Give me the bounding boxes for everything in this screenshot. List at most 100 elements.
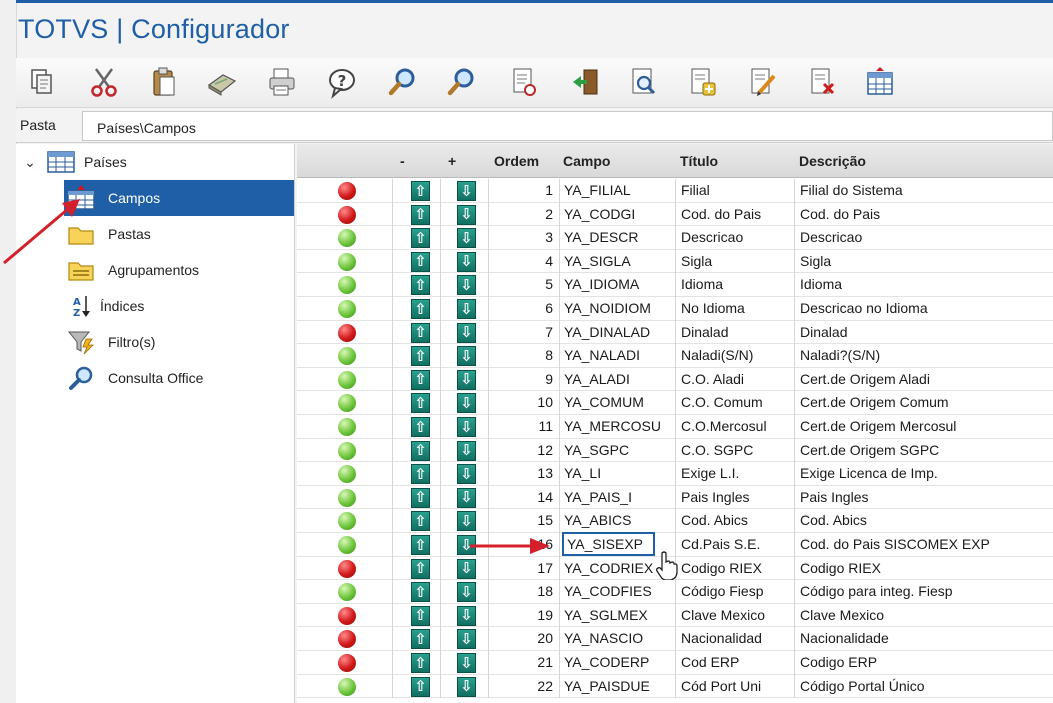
column-header-campo[interactable]: Campo [563, 153, 610, 169]
table-row[interactable]: ⇧ ⇩ 14 YA_PAIS_I Pais Ingles Pais Ingles [297, 485, 1053, 510]
titulo-cell[interactable]: Nacionalidad [681, 630, 762, 646]
table-row[interactable]: ⇧ ⇩ 4 YA_SIGLA Sigla Sigla [297, 249, 1053, 274]
move-down-icon[interactable]: ⇩ [457, 322, 476, 343]
copy-button[interactable] [24, 64, 60, 100]
move-down-icon[interactable]: ⇩ [457, 417, 476, 437]
campo-cell[interactable]: YA_SIGLA [564, 253, 631, 269]
descricao-cell[interactable]: Cert.de Origem Comum [800, 394, 949, 410]
move-down-icon[interactable]: ⇩ [457, 181, 476, 201]
move-down-icon[interactable]: ⇩ [457, 393, 476, 414]
table-row[interactable]: ⇧ ⇩ 8 YA_NALADI Naladi(S/N) Naladi?(S/N) [297, 344, 1053, 368]
eraser-button[interactable] [204, 64, 240, 100]
titulo-cell[interactable]: Dinalad [681, 324, 728, 340]
move-up-icon[interactable]: ⇧ [411, 322, 430, 343]
table-row[interactable]: ⇧ ⇩ 17 YA_CODRIEX Codigo RIEX Codigo RIEX [297, 556, 1053, 581]
preview-button[interactable] [626, 64, 662, 100]
titulo-cell[interactable]: Pais Ingles [681, 489, 749, 505]
move-up-icon[interactable]: ⇧ [411, 440, 430, 461]
titulo-cell[interactable]: Clave Mexico [681, 607, 765, 623]
campo-cell[interactable]: YA_ALADI [564, 371, 630, 387]
descricao-cell[interactable]: Cert.de Origem Aladi [800, 371, 930, 387]
titulo-cell[interactable]: Codigo RIEX [681, 560, 762, 576]
descricao-cell[interactable]: Naladi?(S/N) [800, 347, 880, 363]
descricao-cell[interactable]: Idioma [800, 276, 842, 292]
titulo-cell[interactable]: Cod. Abics [681, 512, 748, 528]
campo-cell[interactable]: YA_LI [564, 465, 601, 481]
campo-cell[interactable]: YA_SGLMEX [564, 607, 648, 623]
move-down-icon[interactable]: ⇩ [457, 346, 476, 367]
table-row[interactable]: ⇧ ⇩ 22 YA_PAISDUE Cód Port Uni Código Portal … [297, 674, 1053, 699]
campo-cell[interactable]: YA_CODFIES [564, 583, 652, 599]
move-down-icon[interactable]: ⇩ [457, 511, 476, 532]
titulo-cell[interactable]: Descricao [681, 229, 743, 245]
tree-item-pastas[interactable]: Pastas [64, 216, 294, 252]
tree-item-filtros[interactable]: Filtro(s) [64, 324, 294, 360]
move-down-icon[interactable]: ⇩ [457, 369, 476, 390]
titulo-cell[interactable]: C.O. Aladi [681, 371, 744, 387]
descricao-cell[interactable]: Exige Licenca de Imp. [800, 465, 938, 481]
search-button[interactable] [385, 64, 421, 100]
table-button[interactable] [862, 64, 898, 100]
chevron-down-icon[interactable]: ⌄ [16, 154, 44, 171]
campo-cell[interactable]: YA_PAIS_I [564, 489, 632, 505]
move-down-icon[interactable]: ⇩ [457, 440, 476, 461]
help-button[interactable]: ? [324, 64, 360, 100]
move-up-icon[interactable]: ⇧ [411, 204, 430, 225]
titulo-cell[interactable]: C.O.Mercosul [681, 418, 767, 434]
table-row[interactable]: ⇧ ⇩ 6 YA_NOIDIOM No Idioma Descricao no Idiom… [297, 297, 1053, 321]
move-down-icon[interactable]: ⇩ [457, 275, 476, 296]
move-up-icon[interactable]: ⇧ [411, 676, 430, 697]
descricao-cell[interactable]: Descricao [800, 229, 862, 245]
move-down-icon[interactable]: ⇩ [457, 228, 476, 249]
titulo-cell[interactable]: Sigla [681, 253, 712, 269]
move-up-icon[interactable]: ⇧ [411, 346, 430, 367]
delete-document-button[interactable] [804, 64, 840, 100]
column-header-descricao[interactable]: Descrição [799, 153, 866, 169]
descricao-cell[interactable]: Clave Mexico [800, 607, 884, 623]
titulo-cell[interactable]: C.O. Comum [681, 394, 763, 410]
move-up-icon[interactable]: ⇧ [411, 582, 430, 603]
descricao-cell[interactable]: Nacionalidade [800, 630, 889, 646]
table-row[interactable]: ⇧ ⇩ 10 YA_COMUM C.O. Comum Cert.de Origem Com… [297, 391, 1053, 415]
move-up-icon[interactable]: ⇧ [411, 653, 430, 673]
campo-cell[interactable]: YA_CODGI [564, 206, 635, 222]
column-header-titulo[interactable]: Título [680, 153, 718, 169]
table-row[interactable]: ⇧ ⇩ 19 YA_SGLMEX Clave Mexico Clave Mexico [297, 603, 1053, 628]
table-row[interactable]: ⇧ ⇩ 5 YA_IDIOMA Idioma Idioma [297, 273, 1053, 297]
move-down-icon[interactable]: ⇩ [457, 251, 476, 272]
campo-cell[interactable]: YA_CODRIEX [564, 560, 653, 576]
move-down-icon[interactable]: ⇩ [457, 605, 476, 626]
descricao-cell[interactable]: Cert.de Origem SGPC [800, 442, 939, 458]
move-down-icon[interactable]: ⇩ [457, 653, 476, 673]
campo-cell[interactable]: YA_CODERP [564, 654, 649, 670]
table-row[interactable]: ⇧ ⇩ 1 YA_FILIAL Filial Filial do Sistema [297, 179, 1053, 203]
move-down-icon[interactable]: ⇩ [457, 535, 476, 555]
titulo-cell[interactable]: Naladi(S/N) [681, 347, 753, 363]
move-up-icon[interactable]: ⇧ [411, 275, 430, 296]
campo-cell[interactable]: YA_NALADI [564, 347, 640, 363]
campo-cell[interactable]: YA_ABICS [564, 512, 631, 528]
table-row[interactable]: ⇧ ⇩ 21 YA_CODERP Cod ERP Codigo ERP [297, 651, 1053, 675]
path-field[interactable]: Países\Campos [82, 111, 1053, 141]
move-up-icon[interactable]: ⇧ [411, 393, 430, 414]
move-up-icon[interactable]: ⇧ [411, 251, 430, 272]
move-down-icon[interactable]: ⇩ [457, 487, 476, 508]
campo-cell[interactable]: YA_DESCR [564, 229, 638, 245]
titulo-cell[interactable]: Cod. do Pais [681, 206, 761, 222]
titulo-cell[interactable]: Cód Port Uni [681, 678, 761, 694]
column-header-ordem[interactable]: Ordem [494, 153, 539, 169]
column-header-plus[interactable]: + [448, 153, 456, 169]
move-down-icon[interactable]: ⇩ [457, 558, 476, 579]
move-up-icon[interactable]: ⇧ [411, 228, 430, 249]
descricao-cell[interactable]: Cod. do Pais SISCOMEX EXP [800, 536, 990, 552]
campo-cell[interactable]: YA_IDIOMA [564, 276, 639, 292]
campo-cell[interactable]: YA_FILIAL [564, 182, 631, 198]
exit-button[interactable] [568, 64, 604, 100]
descricao-cell[interactable]: Codigo RIEX [800, 560, 881, 576]
paste-button[interactable] [145, 64, 181, 100]
table-row[interactable]: ⇧ ⇩ 18 YA_CODFIES Código Fiesp Código para in… [297, 580, 1053, 604]
descricao-cell[interactable]: Cod. do Pais [800, 206, 880, 222]
descricao-cell[interactable]: Código para integ. Fiesp [800, 583, 953, 599]
move-up-icon[interactable]: ⇧ [411, 535, 430, 555]
move-down-icon[interactable]: ⇩ [457, 676, 476, 697]
